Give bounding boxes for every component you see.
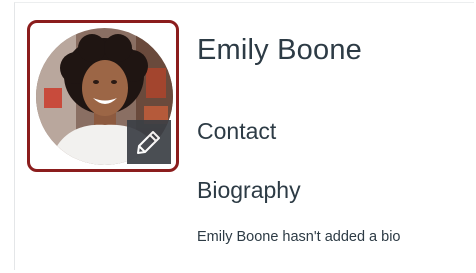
edit-avatar-button[interactable]: [127, 120, 171, 164]
pencil-icon: [137, 131, 160, 154]
bio-text: Emily Boone hasn't added a bio: [197, 229, 401, 245]
profile-name: Emily Boone: [197, 34, 362, 66]
biography-heading: Biography: [197, 177, 301, 203]
avatar-edit-button[interactable]: [27, 20, 179, 172]
contact-heading: Contact: [197, 118, 277, 144]
